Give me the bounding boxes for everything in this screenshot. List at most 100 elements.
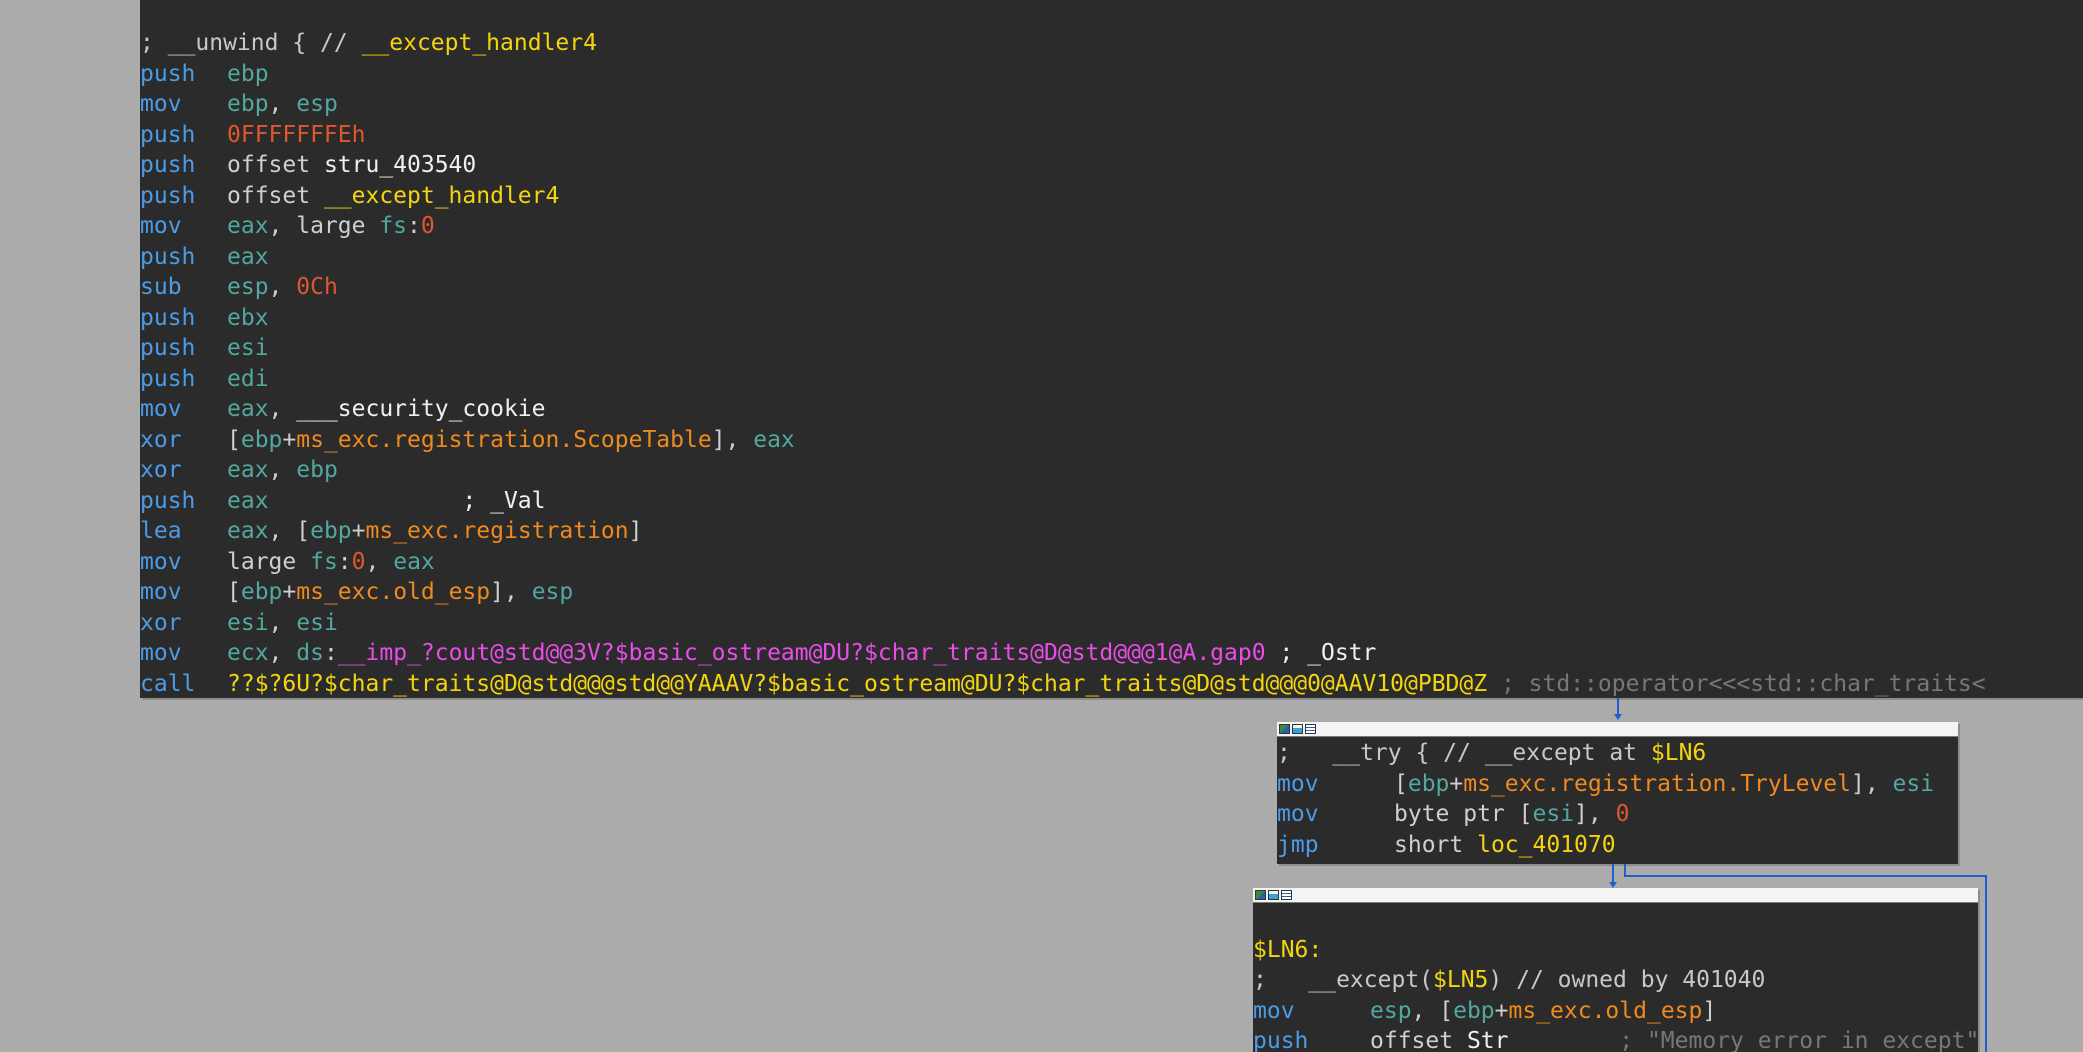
graph-list-icon[interactable]: [1281, 890, 1292, 900]
code-operand[interactable]: ms_exc.registration: [366, 518, 629, 544]
code-operand[interactable]: esp: [532, 579, 574, 605]
code-mnemonic[interactable]: sub: [140, 272, 227, 303]
code-operand[interactable]: ds: [296, 640, 324, 666]
code-mnemonic[interactable]: mov: [1277, 799, 1394, 830]
code-operand[interactable]: eax: [227, 244, 269, 270]
code-line[interactable]: push offset stru_403540: [140, 150, 2083, 181]
code-operand[interactable]: stru_403540: [324, 152, 476, 178]
code-operand[interactable]: ??$?6U?$char_traits@D@std@@@std@@YAAAV?$…: [227, 671, 1487, 697]
code-operand[interactable]: __except_handler4: [324, 183, 559, 209]
code-line[interactable]: xor esi, esi: [140, 608, 2083, 639]
code-operand[interactable]: esp: [296, 91, 338, 117]
code-line[interactable]: mov eax, large fs:0: [140, 211, 2083, 242]
code-line[interactable]: mov esp, [ebp+ms_exc.old_esp]: [1253, 996, 1978, 1027]
code-line[interactable]: [1253, 904, 1978, 935]
code-line[interactable]: ; __except($LN5) // owned by 401040: [1253, 965, 1978, 996]
code-line[interactable]: mov ebp, esp: [140, 89, 2083, 120]
code-mnemonic[interactable]: push: [140, 486, 227, 517]
code-line[interactable]: mov ecx, ds:__imp_?cout@std@@3V?$basic_os…: [140, 638, 2083, 669]
code-mnemonic[interactable]: xor: [140, 425, 227, 456]
code-operand[interactable]: fs: [310, 549, 338, 575]
code-mnemonic[interactable]: xor: [140, 608, 227, 639]
code-line[interactable]: mov byte ptr [esi], 0: [1277, 799, 1958, 830]
code-operand[interactable]: esi: [227, 335, 269, 361]
code-line[interactable]: push 0FFFFFFFEh: [140, 120, 2083, 151]
code-mnemonic[interactable]: mov: [140, 547, 227, 578]
code-symbol[interactable]: $LN5: [1433, 967, 1488, 993]
code-operand[interactable]: edi: [227, 366, 269, 392]
code-mnemonic[interactable]: call: [140, 669, 227, 699]
code-label[interactable]: $LN6:: [1253, 937, 1322, 963]
code-operand[interactable]: ebp: [296, 457, 338, 483]
code-operand[interactable]: ms_exc.registration.ScopeTable: [296, 427, 711, 453]
code-mnemonic[interactable]: push: [140, 242, 227, 273]
code-line[interactable]: push eax ; _Val: [140, 486, 2083, 517]
code-operand[interactable]: esp: [227, 274, 269, 300]
code-operand[interactable]: ebp: [227, 91, 269, 117]
code-operand[interactable]: ebp: [310, 518, 352, 544]
code-line[interactable]: push eax: [140, 242, 2083, 273]
code-mnemonic[interactable]: push: [140, 120, 227, 151]
code-line[interactable]: mov eax, ___security_cookie: [140, 394, 2083, 425]
code-operand[interactable]: ebp: [241, 579, 283, 605]
code-line[interactable]: call ??$?6U?$char_traits@D@std@@@std@@YAA…: [140, 669, 2083, 699]
code-line[interactable]: mov [ebp+ms_exc.old_esp], esp: [140, 577, 2083, 608]
code-symbol[interactable]: __except_handler4: [362, 30, 597, 56]
code-block-except[interactable]: $LN6:; __except($LN5) // owned by 401040…: [1253, 888, 1978, 1052]
code-block-entry[interactable]: ; __unwind { // __except_handler4 push ebp…: [140, 0, 2083, 698]
code-mnemonic[interactable]: push: [140, 333, 227, 364]
code-operand[interactable]: ebp: [1408, 771, 1450, 797]
code-line[interactable]: push offset __except_handler4: [140, 181, 2083, 212]
code-mnemonic[interactable]: mov: [1277, 769, 1394, 800]
code-operand[interactable]: eax: [227, 488, 269, 514]
code-line[interactable]: push ebp: [140, 59, 2083, 90]
code-mnemonic[interactable]: mov: [1253, 996, 1370, 1027]
code-mnemonic[interactable]: mov: [140, 394, 227, 425]
code-operand[interactable]: ebp: [241, 427, 283, 453]
code-mnemonic[interactable]: push: [140, 150, 227, 181]
code-operand[interactable]: eax: [227, 213, 269, 239]
code-mnemonic[interactable]: mov: [140, 638, 227, 669]
code-line[interactable]: xor eax, ebp: [140, 455, 2083, 486]
code-operand[interactable]: loc_401070: [1477, 832, 1615, 858]
graph-chart-icon[interactable]: [1292, 724, 1303, 734]
code-mnemonic[interactable]: lea: [140, 516, 227, 547]
graph-color-icon[interactable]: [1255, 890, 1266, 900]
code-operand[interactable]: ms_exc.registration.TryLevel: [1463, 771, 1851, 797]
code-line[interactable]: ; __try { // __except at $LN6: [1277, 738, 1958, 769]
code-operand[interactable]: fs: [379, 213, 407, 239]
code-mnemonic[interactable]: jmp: [1277, 830, 1394, 861]
graph-color-icon[interactable]: [1279, 724, 1290, 734]
code-operand[interactable]: __imp_?cout@std@@3V?$basic_ostream@DU?$c…: [338, 640, 1266, 666]
code-operand[interactable]: ___security_cookie: [296, 396, 545, 422]
code-mnemonic[interactable]: xor: [140, 455, 227, 486]
graph-list-icon[interactable]: [1305, 724, 1316, 734]
code-mnemonic[interactable]: push: [140, 59, 227, 90]
code-operand[interactable]: eax: [753, 427, 795, 453]
code-line[interactable]: mov large fs:0, eax: [140, 547, 2083, 578]
code-operand[interactable]: ebx: [227, 305, 269, 331]
code-operand[interactable]: esi: [227, 610, 269, 636]
code-line[interactable]: push offset Str ; "Memory error in except…: [1253, 1026, 1978, 1052]
code-operand[interactable]: ms_exc.old_esp: [1509, 998, 1703, 1024]
code-operand[interactable]: ebp: [1453, 998, 1495, 1024]
code-block-try[interactable]: ; __try { // __except at $LN6 mov [ebp+ms_…: [1277, 722, 1958, 864]
code-mnemonic[interactable]: mov: [140, 577, 227, 608]
code-line[interactable]: $LN6:: [1253, 935, 1978, 966]
code-line[interactable]: lea eax, [ebp+ms_exc.registration]: [140, 516, 2083, 547]
code-symbol[interactable]: $LN6: [1651, 740, 1706, 766]
code-line[interactable]: sub esp, 0Ch: [140, 272, 2083, 303]
code-line[interactable]: push edi: [140, 364, 2083, 395]
code-operand[interactable]: Str: [1467, 1028, 1509, 1052]
code-operand[interactable]: eax: [393, 549, 435, 575]
code-line[interactable]: xor [ebp+ms_exc.registration.ScopeTable],…: [140, 425, 2083, 456]
graph-chart-icon[interactable]: [1268, 890, 1279, 900]
code-mnemonic[interactable]: push: [140, 303, 227, 334]
code-mnemonic[interactable]: mov: [140, 89, 227, 120]
code-operand[interactable]: eax: [227, 457, 269, 483]
code-operand[interactable]: esp: [1370, 998, 1412, 1024]
code-operand[interactable]: esi: [296, 610, 338, 636]
code-operand[interactable]: ecx: [227, 640, 269, 666]
code-line[interactable]: push ebx: [140, 303, 2083, 334]
code-mnemonic[interactable]: mov: [140, 211, 227, 242]
